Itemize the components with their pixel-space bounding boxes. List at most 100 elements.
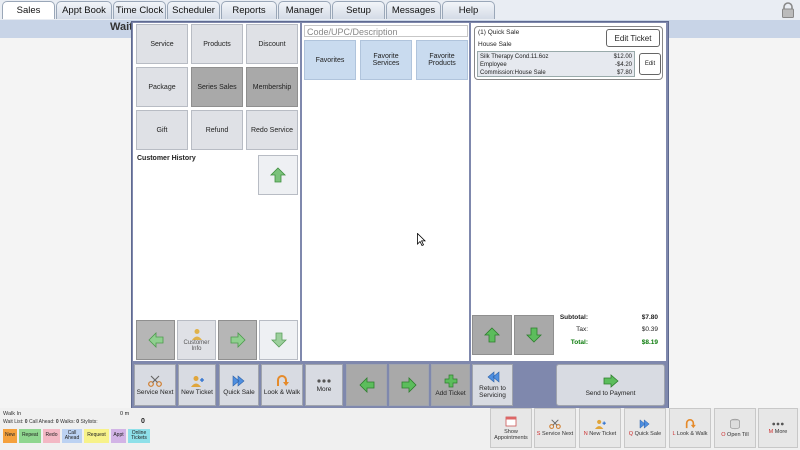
ticket-line-items[interactable]: Silk Therapy Cond.11.6oz $12.00 Employee… xyxy=(477,51,635,77)
arrow-right-icon xyxy=(230,332,246,348)
subtotal-value: $7.80 xyxy=(641,314,658,321)
call-ahead-label: Call Ahead: xyxy=(28,419,55,425)
tab-messages[interactable]: Messages xyxy=(386,1,441,19)
wait-list-count: 0 xyxy=(24,419,28,425)
show-appointments-button[interactable]: Show Appointments xyxy=(490,408,532,448)
new-ticket-button[interactable]: New Ticket xyxy=(178,364,216,406)
footer-new-ticket-label: N New Ticket xyxy=(584,431,616,437)
look-walk-button[interactable]: Look & Walk xyxy=(261,364,303,406)
tab-reports[interactable]: Reports xyxy=(221,1,277,19)
footer-new-ticket-button[interactable]: N New Ticket xyxy=(579,408,621,448)
tab-manager[interactable]: Manager xyxy=(278,1,331,19)
ticket-title: (1) Quick Sale xyxy=(478,29,520,36)
footer-quick-sale-button[interactable]: Q Quick Sale xyxy=(624,408,666,448)
tab-time-clock[interactable]: Time Clock xyxy=(113,1,166,19)
arrow-right-icon xyxy=(603,373,619,388)
prev-ticket-button[interactable] xyxy=(346,364,387,406)
new-person-icon xyxy=(191,375,204,387)
customer-next-button[interactable] xyxy=(218,320,257,360)
shortcut-key: M xyxy=(768,429,774,435)
history-scroll-up-button[interactable] xyxy=(258,155,298,195)
return-to-servicing-label: Return to Servicing xyxy=(479,385,506,399)
chip-repeat[interactable]: Repeat xyxy=(19,429,41,443)
chip-appt[interactable]: Appt xyxy=(111,429,126,443)
top-nav: Sales Appt Book Time Clock Scheduler Rep… xyxy=(0,0,800,20)
series-sales-button[interactable]: Series Sales xyxy=(191,67,243,107)
queue-count: 0 xyxy=(141,418,145,425)
tax-row: Tax: $0.39 xyxy=(556,326,660,336)
shortcut-key: S xyxy=(536,431,541,437)
send-to-payment-button[interactable]: Send to Payment xyxy=(556,364,665,406)
line-item-value: $7.80 xyxy=(616,70,632,76)
scissors-icon xyxy=(549,419,561,429)
more-button[interactable]: More xyxy=(305,364,343,406)
service-button[interactable]: Service xyxy=(136,24,188,64)
show-appointments-label: Show Appointments xyxy=(494,429,528,441)
totals-panel: Subtotal: $7.80 Tax: $0.39 Total: $8.19 xyxy=(556,312,664,360)
footer-more-button[interactable]: M More xyxy=(758,408,798,448)
customer-scroll-down-button[interactable] xyxy=(259,320,298,360)
label-text: Open Till xyxy=(727,432,749,438)
arrow-left-icon xyxy=(358,377,374,393)
arrow-up-icon xyxy=(484,327,500,343)
look-walk-label: Look & Walk xyxy=(263,388,301,396)
ticket-scroll-down-button[interactable] xyxy=(514,315,554,355)
tab-appt-book[interactable]: Appt Book xyxy=(56,1,112,19)
ticket-scroll-up-button[interactable] xyxy=(472,315,512,355)
products-button[interactable]: Products xyxy=(191,24,243,64)
footer-service-next-button[interactable]: S Service Next xyxy=(534,408,576,448)
chip-redo[interactable]: Redo xyxy=(43,429,60,443)
customer-info-button[interactable]: Customer Info xyxy=(177,320,216,360)
add-ticket-button[interactable]: Add Ticket xyxy=(431,364,470,406)
add-ticket-label: Add Ticket xyxy=(435,389,466,397)
total-row: Total: $8.19 xyxy=(556,339,660,349)
line-item-value: $12.00 xyxy=(613,54,632,60)
next-ticket-button[interactable] xyxy=(389,364,429,406)
edit-ticket-button[interactable]: Edit Ticket xyxy=(606,29,660,47)
package-button[interactable]: Package xyxy=(136,67,188,107)
footer-open-till-label: O Open Till xyxy=(721,432,749,438)
stylists-label: Stylists: xyxy=(80,419,98,425)
chip-call-ahead[interactable]: Call Ahead xyxy=(62,429,82,443)
customer-info-label: Customer Info xyxy=(183,340,210,352)
chip-request[interactable]: Request xyxy=(84,429,109,443)
customer-history-label: Customer History xyxy=(137,155,196,162)
favorites-button[interactable]: Favorites xyxy=(304,40,356,80)
tab-sales[interactable]: Sales xyxy=(2,1,55,19)
favorite-products-button[interactable]: Favorite Products xyxy=(416,40,468,80)
refund-button[interactable]: Refund xyxy=(191,110,243,150)
label-text: Quick Sale xyxy=(634,431,662,437)
search-input[interactable]: Code/UPC/Description xyxy=(304,25,468,37)
coins-icon xyxy=(730,418,740,430)
walks-count: 0 xyxy=(76,419,80,425)
chip-online-tickets[interactable]: Online Tickets xyxy=(128,429,150,443)
person-icon xyxy=(191,329,202,340)
quick-sale-label: Quick Sale xyxy=(223,388,255,396)
arrow-up-icon xyxy=(270,167,286,183)
background-title: Wait xyxy=(110,21,133,33)
favorite-services-button[interactable]: Favorite Services xyxy=(360,40,412,80)
line-item: Employee -$4.20 xyxy=(480,61,632,69)
membership-button[interactable]: Membership xyxy=(246,67,298,107)
service-next-button[interactable]: Service Next xyxy=(134,364,176,406)
discount-button[interactable]: Discount xyxy=(246,24,298,64)
tab-setup[interactable]: Setup xyxy=(332,1,385,19)
footer-open-till-button[interactable]: O Open Till xyxy=(714,408,756,448)
walk-in-label: Walk In xyxy=(3,411,22,417)
line-item: Silk Therapy Cond.11.6oz $12.00 xyxy=(480,53,632,61)
arrow-down-icon xyxy=(526,327,542,343)
edit-line-button[interactable]: Edit xyxy=(639,53,661,75)
walk-in-minutes: 0 m xyxy=(120,411,130,417)
chip-new[interactable]: New xyxy=(3,429,17,443)
return-to-servicing-button[interactable]: Return to Servicing xyxy=(472,364,513,406)
tab-help[interactable]: Help xyxy=(442,1,495,19)
line-item: Commission:House Sale $7.80 xyxy=(480,69,632,77)
footer-look-walk-button[interactable]: L Look & Walk xyxy=(669,408,711,448)
lock-icon[interactable] xyxy=(780,2,796,18)
tab-scheduler[interactable]: Scheduler xyxy=(167,1,220,19)
quick-sale-button[interactable]: Quick Sale xyxy=(219,364,259,406)
gift-button[interactable]: Gift xyxy=(136,110,188,150)
calendar-icon xyxy=(505,416,517,427)
redo-service-button[interactable]: Redo Service xyxy=(246,110,298,150)
customer-prev-button[interactable] xyxy=(136,320,175,360)
